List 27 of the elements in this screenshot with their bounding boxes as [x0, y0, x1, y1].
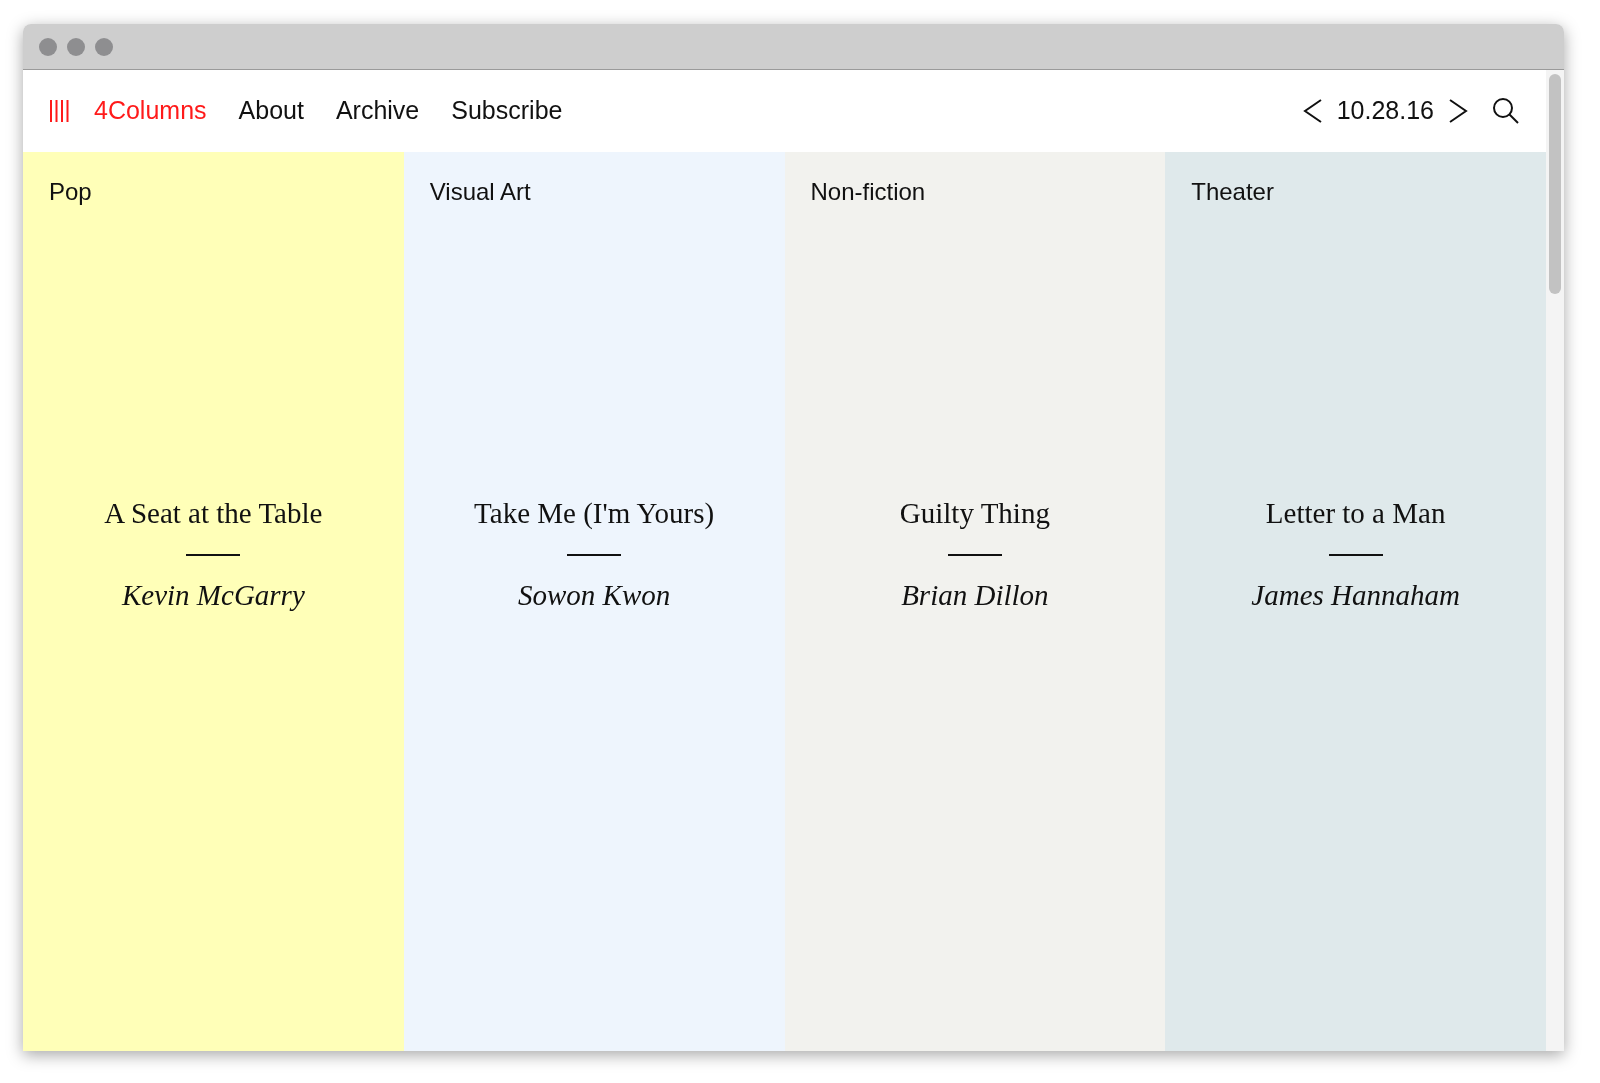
- author-name: Kevin McGarry: [121, 577, 305, 613]
- window-button[interactable]: [39, 37, 57, 56]
- article-title[interactable]: A Seat at the Table: [104, 492, 323, 536]
- window-button[interactable]: [95, 37, 113, 56]
- nav-link[interactable]: Subscribe: [451, 92, 563, 130]
- nav-link[interactable]: About: [238, 92, 304, 130]
- author-name: Sowon Kwon: [518, 577, 671, 613]
- category-label: Theater: [1191, 177, 1274, 207]
- column-panel[interactable]: Theater Letter to a Man James Hannaham: [1165, 152, 1546, 1051]
- category-label: Visual Art: [429, 177, 531, 207]
- logo-icon[interactable]: [49, 100, 70, 122]
- author-name: Brian Dillon: [901, 577, 1049, 613]
- article-title[interactable]: Guilty Thing: [899, 492, 1050, 536]
- window-button[interactable]: [67, 37, 85, 56]
- column-panel[interactable]: Non-fiction Guilty Thing Brian Dillon: [784, 152, 1166, 1051]
- column-panel[interactable]: Pop A Seat at the Table Kevin McGarry: [23, 152, 404, 1051]
- article-title[interactable]: Letter to a Man: [1265, 492, 1446, 536]
- brand-link[interactable]: 4Columns: [94, 92, 207, 130]
- scrollbar-thumb[interactable]: [1549, 74, 1561, 294]
- article-title[interactable]: Take Me (I'm Yours): [474, 492, 715, 536]
- category-label: Pop: [49, 177, 92, 207]
- column-panel[interactable]: Visual Art Take Me (I'm Yours) Sowon Kwon: [403, 152, 785, 1051]
- search-icon[interactable]: [1492, 97, 1520, 125]
- issue-date: 10.28.16: [1336, 95, 1434, 127]
- category-label: Non-fiction: [810, 177, 926, 207]
- nav-link[interactable]: Archive: [335, 92, 420, 130]
- author-name: James Hannaham: [1251, 577, 1460, 613]
